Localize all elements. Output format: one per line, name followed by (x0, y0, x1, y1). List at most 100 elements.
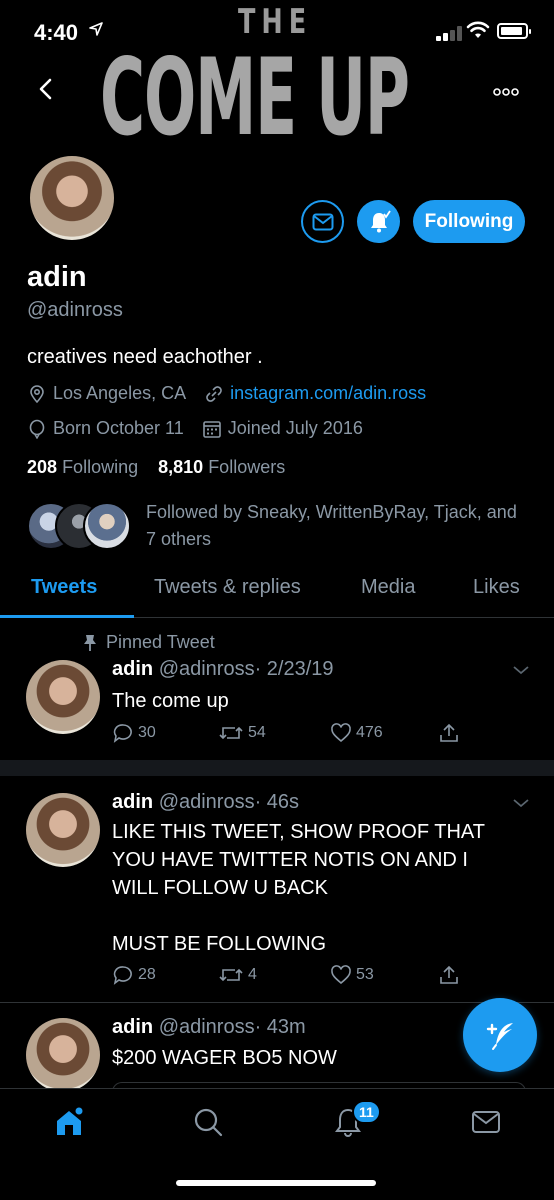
profile-bio: creatives need eachother . (27, 346, 263, 368)
reply-button[interactable]: 30 (112, 722, 156, 744)
tweet-text: LIKE THIS TWEET, SHOW PROOF THAT YOU HAV… (112, 821, 486, 955)
calendar-icon (202, 419, 222, 439)
tweet-divider (0, 1002, 554, 1003)
tweet-avatar[interactable] (26, 660, 100, 734)
bell-icon (370, 210, 391, 232)
tweet-timestamp: · 2/23/19 (254, 658, 334, 680)
like-button[interactable]: 476 (330, 722, 383, 744)
notifications-toggle-button[interactable] (357, 200, 400, 243)
tweet-avatar[interactable] (26, 1018, 100, 1092)
share-button[interactable] (438, 964, 464, 986)
profile-avatar[interactable] (26, 152, 118, 244)
following-label: Following (62, 457, 139, 477)
share-button[interactable] (438, 722, 464, 744)
reply-count: 30 (138, 724, 156, 741)
tweet-author-handle: @adinross (158, 1016, 255, 1038)
profile-tabs: Tweets Tweets & replies Media Likes (0, 566, 554, 618)
chevron-down-icon (513, 799, 529, 808)
like-button[interactable]: 53 (330, 964, 374, 986)
notifications-badge: 11 (352, 1100, 381, 1124)
pinned-text: Pinned Tweet (106, 632, 215, 652)
tab-tweets-and-replies[interactable]: Tweets & replies (154, 576, 301, 599)
tab-likes[interactable]: Likes (473, 576, 520, 599)
tab-media[interactable]: Media (361, 576, 415, 599)
profile-meta-row-1: Los Angeles, CA instagram.com/adin.ross (27, 383, 426, 404)
nav-messages-button[interactable] (469, 1105, 503, 1139)
follower-avatar (83, 502, 131, 550)
followers-count: 8,810 (158, 457, 204, 477)
tweet-header: adin @adinross· 2/23/19 (112, 658, 334, 681)
profile-website-link[interactable]: instagram.com/adin.ross (230, 383, 426, 404)
nav-search-button[interactable] (191, 1105, 225, 1139)
pinned-label: Pinned Tweet (82, 632, 215, 653)
retweet-count: 54 (248, 724, 266, 741)
like-count: 53 (356, 966, 374, 983)
reply-icon (113, 724, 132, 743)
tweet-header: adin @adinross· 43m (112, 1016, 306, 1039)
tweet-timestamp: · 46s (254, 791, 300, 813)
compose-tweet-button[interactable] (463, 998, 537, 1072)
profile-handle: @adinross (27, 299, 123, 321)
tweet-author-handle: @adinross (158, 791, 255, 813)
share-icon (440, 723, 458, 742)
profile-joined: Joined July 2016 (227, 418, 363, 438)
reply-icon (113, 966, 132, 985)
tweet-author-name: adin (112, 791, 154, 813)
like-icon (331, 723, 351, 743)
tweet-author-name: adin (112, 1016, 154, 1038)
section-separator (0, 760, 554, 776)
reply-count: 28 (138, 966, 156, 983)
tweet-header: adin @adinross· 46s (112, 791, 299, 814)
more-button[interactable] (486, 74, 526, 104)
followed-by-avatars[interactable] (27, 502, 131, 550)
followed-by-text[interactable]: Followed by Sneaky, WrittenByRay, Tjack,… (146, 499, 526, 553)
search-icon (194, 1108, 223, 1137)
location-icon (27, 384, 47, 404)
more-icon (493, 88, 519, 96)
like-count: 476 (356, 724, 383, 741)
back-icon (39, 78, 52, 100)
like-icon (331, 965, 351, 985)
following-count: 208 (27, 457, 58, 477)
messages-icon (472, 1111, 500, 1133)
banner-title: COME UP (100, 36, 410, 159)
tweet-text: $200 WAGER BO5 NOW (112, 1047, 337, 1069)
tweet-options-button[interactable] (510, 663, 532, 677)
profile-birthday: Born October 11 (53, 418, 184, 438)
profile-meta-row-2: Born October 11 Joined July 2016 (27, 418, 363, 439)
share-icon (440, 965, 458, 984)
home-icon (57, 1107, 83, 1135)
chevron-down-icon (513, 666, 529, 675)
back-button[interactable] (30, 72, 64, 106)
profile-location: Los Angeles, CA (53, 383, 187, 403)
tweet-options-button[interactable] (510, 796, 532, 810)
retweet-count: 4 (248, 966, 257, 983)
pin-icon (82, 634, 106, 652)
followers-label: Followers (208, 457, 286, 477)
tab-tweets[interactable]: Tweets (31, 576, 97, 599)
tweet-author-handle: @adinross (158, 658, 255, 680)
following-link[interactable]: 208 Following (27, 457, 138, 477)
tweet-author-name: adin (112, 658, 154, 680)
compose-icon (486, 1023, 513, 1050)
retweet-icon (219, 726, 243, 740)
home-indicator[interactable] (176, 1180, 376, 1186)
retweet-button[interactable]: 4 (218, 964, 257, 986)
profile-name: adin (27, 261, 87, 293)
profile-stats: 208 Following 8,810 Followers (27, 457, 285, 478)
tweet-actions: 30 54 476 (112, 722, 472, 748)
retweet-icon (219, 968, 243, 982)
active-tab-indicator (0, 615, 134, 618)
tweet-avatar[interactable] (26, 793, 100, 867)
nav-home-button[interactable] (52, 1105, 86, 1139)
tweet-actions: 28 4 53 (112, 964, 472, 990)
tweet-text: The come up (112, 690, 229, 712)
following-button[interactable]: Following (413, 200, 525, 243)
message-button[interactable] (301, 200, 344, 243)
mail-icon (312, 213, 333, 230)
link-icon (204, 384, 224, 404)
reply-button[interactable]: 28 (112, 964, 156, 986)
birthday-icon (27, 419, 47, 439)
retweet-button[interactable]: 54 (218, 722, 266, 744)
followers-link[interactable]: 8,810 Followers (158, 457, 285, 477)
